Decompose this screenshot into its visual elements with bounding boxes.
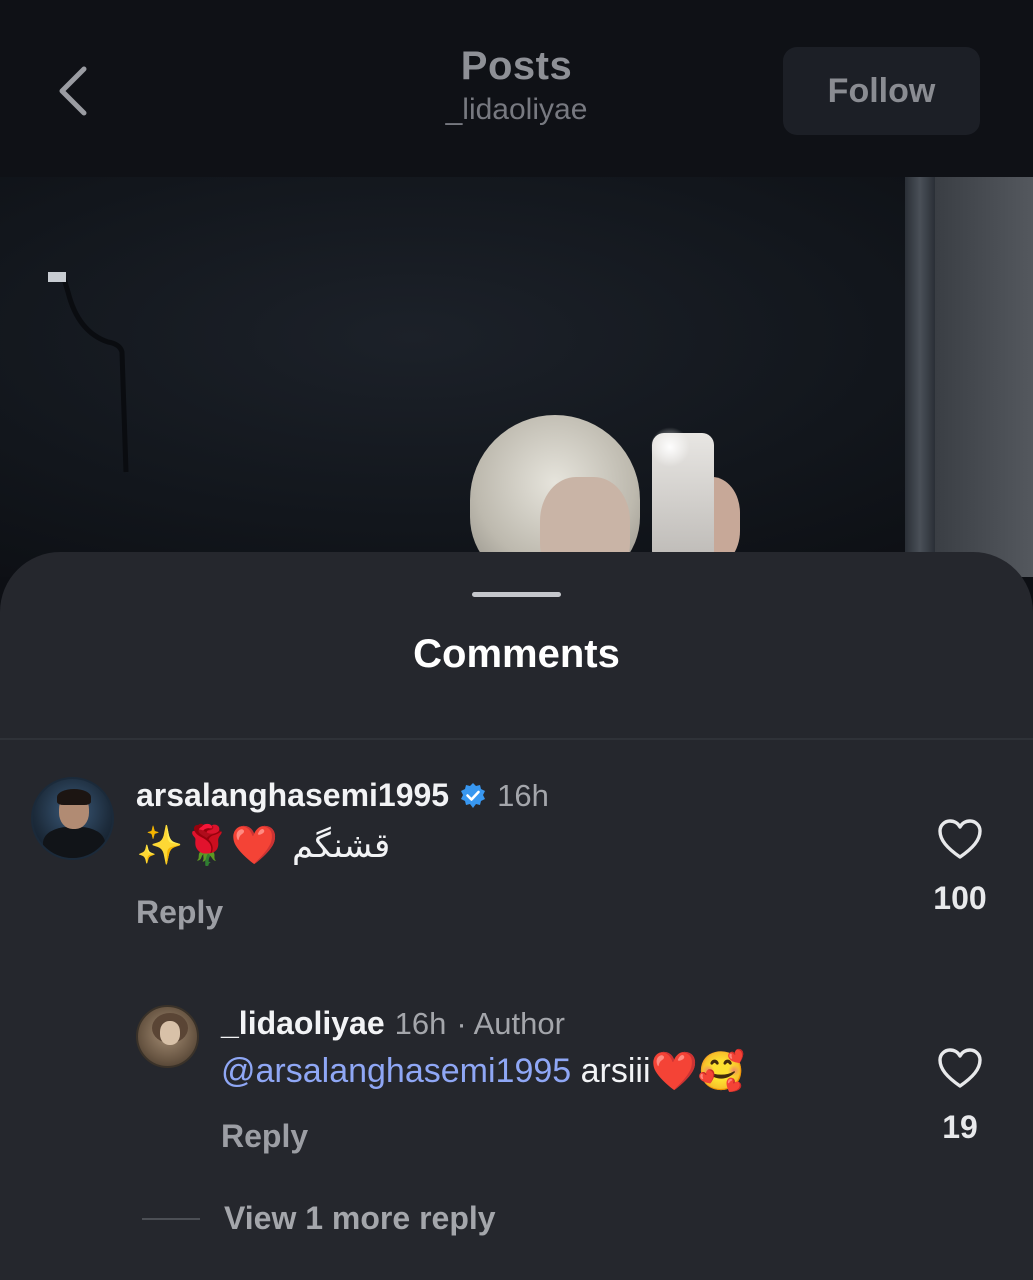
reply-timestamp: 16h <box>394 1005 447 1041</box>
comment-text: ✨🌹❤️ قشنگم <box>136 826 390 866</box>
comment-username[interactable]: arsalanghasemi1995 <box>136 777 449 814</box>
thread-line <box>142 1217 200 1220</box>
reply-header: _lidaoliyae 16h · Author <box>221 1005 565 1042</box>
reply-text: @arsalanghasemi1995 arsiii ❤️🥰 <box>221 1052 745 1091</box>
avatar[interactable] <box>31 777 114 860</box>
comment-timestamp: 16h <box>497 777 549 813</box>
reply-like: 19 <box>915 1047 1005 1146</box>
comment-emojis: ✨🌹❤️ <box>136 825 278 867</box>
post-image <box>0 177 1033 577</box>
comment-like: 100 <box>915 818 1005 917</box>
comments-sheet: Comments arsalanghasemi1995 16h ✨🌹❤️ قشن… <box>0 552 1033 1280</box>
heart-icon[interactable] <box>937 818 983 860</box>
verified-badge-icon <box>459 782 487 810</box>
reply-username[interactable]: _lidaoliyae <box>221 1005 385 1042</box>
like-count: 100 <box>933 880 987 916</box>
author-tag: · Author <box>456 1005 565 1041</box>
reply-body: arsiii <box>571 1052 651 1090</box>
hanging-cable-image <box>48 272 129 473</box>
heart-icon[interactable] <box>937 1047 983 1089</box>
reply-emojis: ❤️🥰 <box>650 1050 746 1093</box>
follow-button[interactable]: Follow <box>783 47 980 135</box>
wall-area <box>935 177 1033 577</box>
reply-button[interactable]: Reply <box>136 894 223 931</box>
view-more-label: View 1 more reply <box>224 1200 496 1236</box>
comments-title: Comments <box>413 632 620 676</box>
mirror-frame <box>905 177 935 577</box>
post-comments-screen: Posts _lidaoliyae Follow Comments arsala… <box>0 0 1033 1280</box>
top-bar: Posts _lidaoliyae Follow <box>0 0 1033 177</box>
mention-link[interactable]: @arsalanghasemi1995 <box>221 1052 571 1091</box>
avatar[interactable] <box>136 1005 199 1068</box>
comment-body: قشنگم <box>291 827 391 865</box>
divider <box>0 738 1033 740</box>
like-count: 19 <box>942 1109 978 1145</box>
reply-button[interactable]: Reply <box>221 1118 308 1155</box>
phone-flash-glare <box>650 427 690 467</box>
drag-handle[interactable] <box>472 592 561 597</box>
comment-header: arsalanghasemi1995 16h <box>136 777 549 814</box>
view-more-replies-button[interactable]: View 1 more reply <box>142 1200 496 1237</box>
